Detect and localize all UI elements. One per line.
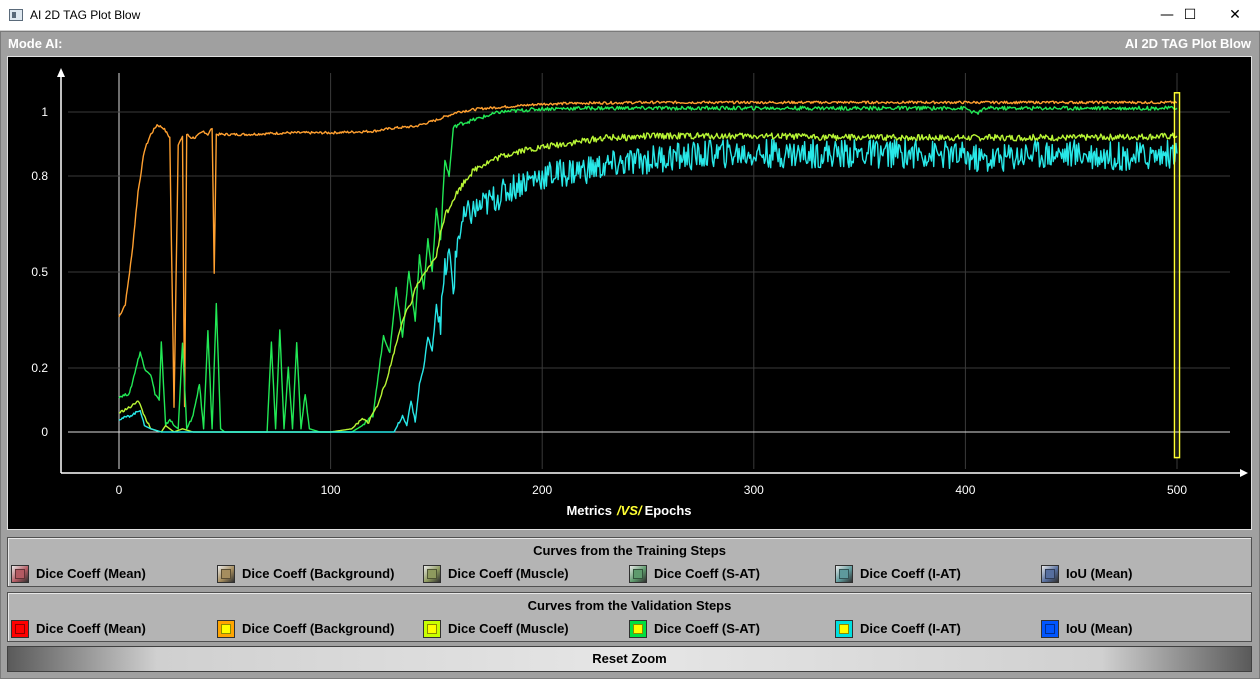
maximize-button[interactable]: ☐ [1167, 0, 1213, 31]
swatch-inner [633, 624, 643, 634]
y-tick-label: 1 [41, 105, 48, 119]
x-label-metrics: Metrics [566, 503, 612, 518]
validation-legend-label: Dice Coeff (I-AT) [860, 621, 961, 636]
x-tick-label: 100 [321, 483, 341, 497]
training-legend-label: IoU (Mean) [1066, 566, 1133, 581]
training-legend-label: Dice Coeff (S-AT) [654, 566, 760, 581]
green-swatch-icon[interactable] [629, 620, 647, 638]
blue-swatch-icon[interactable] [1041, 565, 1059, 583]
app-window-icon [9, 9, 23, 21]
red-swatch-icon[interactable] [11, 565, 29, 583]
olive-swatch-icon[interactable] [423, 565, 441, 583]
swatch-inner [1045, 624, 1055, 634]
x-label-epochs: Epochs [645, 503, 692, 518]
y-tick-label: 0.8 [31, 169, 48, 183]
red-swatch-icon[interactable] [11, 620, 29, 638]
swatch-inner [633, 569, 643, 579]
validation-legend-label: IoU (Mean) [1066, 621, 1133, 636]
training-legend-label: Dice Coeff (I-AT) [860, 566, 961, 581]
x-tick-label: 500 [1167, 483, 1187, 497]
tan-swatch-icon[interactable] [217, 565, 235, 583]
x-axis-label: Metrics/VS/Epochs [566, 503, 691, 518]
x-axis-arrow-icon [1240, 469, 1248, 477]
x-tick-label: 0 [116, 483, 123, 497]
swatch-inner [15, 569, 25, 579]
teal-swatch-icon[interactable] [835, 565, 853, 583]
chart-grid [68, 73, 1230, 469]
window-title: AI 2D TAG Plot Blow [30, 8, 141, 22]
validation-legend-label: Dice Coeff (Muscle) [448, 621, 569, 636]
title-bar: AI 2D TAG Plot Blow — ☐ ✕ [0, 0, 1260, 31]
swatch-inner [15, 624, 25, 634]
validation-legend-panel: Curves from the Validation Steps Dice Co… [7, 592, 1252, 642]
blue-swatch-icon[interactable] [1041, 620, 1059, 638]
training-legend-panel: Curves from the Training Steps Dice Coef… [7, 537, 1252, 587]
swatch-inner [839, 624, 849, 634]
cyan-swatch-icon[interactable] [835, 620, 853, 638]
x-tick-label: 200 [532, 483, 552, 497]
validation-legend-label: Dice Coeff (S-AT) [654, 621, 760, 636]
y-tick-label: 0.2 [31, 361, 48, 375]
green-swatch-icon[interactable] [629, 565, 647, 583]
swatch-inner [427, 569, 437, 579]
orange-swatch-icon[interactable] [217, 620, 235, 638]
metrics-chart[interactable]: 0 100 200 300 400 500 0 0.2 0.5 0.8 1 Metrics/VS/E… [8, 57, 1251, 529]
swatch-inner [221, 569, 231, 579]
swatch-inner [427, 624, 437, 634]
training-legend-label: Dice Coeff (Mean) [36, 566, 146, 581]
x-tick-label: 300 [744, 483, 764, 497]
series-line [118, 100, 1178, 408]
validation-legend-label: Dice Coeff (Background) [242, 621, 395, 636]
chart-series [118, 100, 1178, 433]
validation-legend-title: Curves from the Validation Steps [527, 598, 732, 613]
y-tick-label: 0.5 [31, 265, 48, 279]
plot-panel[interactable]: 0 100 200 300 400 500 0 0.2 0.5 0.8 1 Metrics/VS/E… [7, 56, 1252, 530]
swatch-inner [1045, 569, 1055, 579]
training-legend-title: Curves from the Training Steps [533, 543, 726, 558]
y-tick-label: 0 [41, 425, 48, 439]
x-tick-label: 400 [955, 483, 975, 497]
yellow-green-swatch-icon[interactable] [423, 620, 441, 638]
close-button[interactable]: ✕ [1212, 0, 1258, 31]
y-axis-arrow-icon [57, 68, 65, 77]
reset-zoom-button[interactable]: Reset Zoom [7, 646, 1252, 672]
swatch-inner [221, 624, 231, 634]
x-label-vs: /VS/ [616, 503, 643, 518]
swatch-inner [839, 569, 849, 579]
training-legend-label: Dice Coeff (Background) [242, 566, 395, 581]
mode-label: Mode AI: [8, 36, 63, 51]
validation-legend-label: Dice Coeff (Mean) [36, 621, 146, 636]
training-legend-label: Dice Coeff (Muscle) [448, 566, 569, 581]
header-title: AI 2D TAG Plot Blow [1124, 36, 1251, 51]
